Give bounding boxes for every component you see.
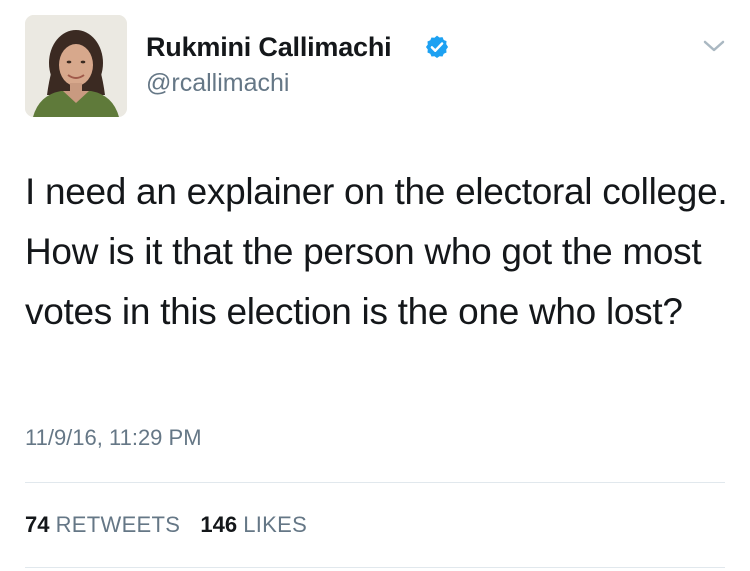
chevron-down-icon[interactable] — [702, 38, 726, 54]
author-handle[interactable]: @rcallimachi — [146, 68, 289, 98]
divider — [25, 567, 725, 568]
retweet-count: 74 — [25, 512, 50, 537]
like-label: LIKES — [243, 512, 308, 537]
likes-stat[interactable]: 146 LIKES — [200, 511, 307, 539]
like-count: 146 — [200, 512, 238, 537]
tweet-text: I need an explainer on the electoral col… — [25, 171, 728, 332]
divider — [25, 482, 725, 483]
retweet-label: RETWEETS — [55, 512, 181, 537]
tweet-timestamp[interactable]: 11/9/16, 11:29 PM — [25, 424, 202, 452]
verified-badge-icon — [425, 35, 449, 59]
tweet-stats: 74 RETWEETS 146 LIKES — [25, 511, 307, 539]
avatar-photo — [25, 15, 127, 117]
retweets-stat[interactable]: 74 RETWEETS — [25, 511, 180, 539]
avatar[interactable] — [25, 15, 127, 117]
author-name[interactable]: Rukmini Callimachi — [146, 31, 392, 63]
